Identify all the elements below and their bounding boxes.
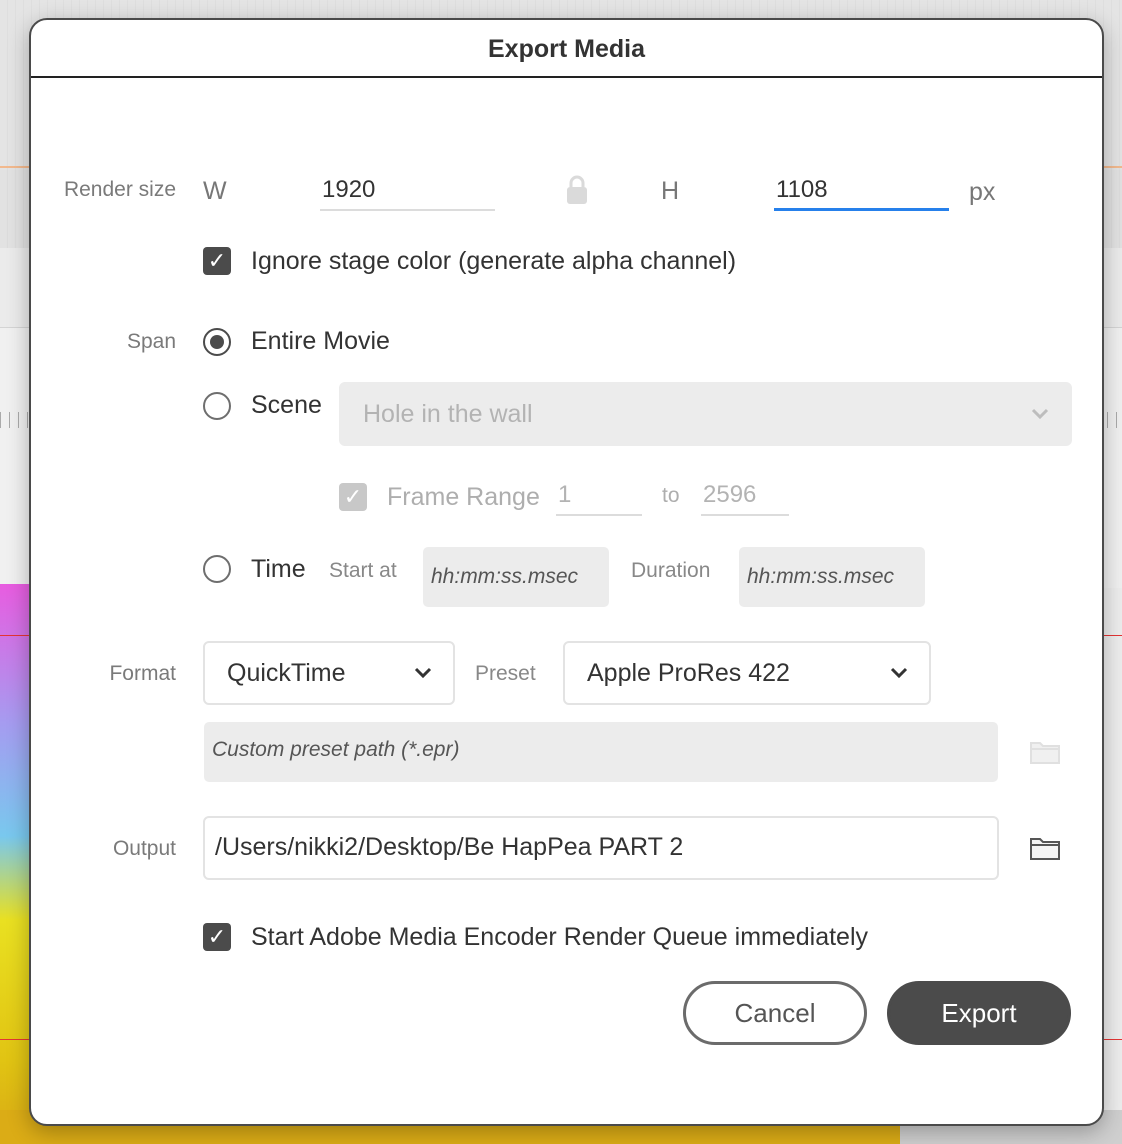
format-select[interactable]: QuickTime	[203, 641, 455, 705]
width-input[interactable]: 1920	[320, 171, 495, 211]
unit-label: px	[969, 178, 996, 206]
export-button[interactable]: Export	[887, 981, 1071, 1045]
span-label: Span	[126, 330, 176, 353]
start-render-queue-checkbox[interactable]: ✓	[203, 923, 231, 951]
dialog-title: Export Media	[31, 20, 1102, 78]
format-select-value: QuickTime	[227, 659, 346, 687]
scene-select[interactable]: Hole in the wall	[339, 382, 1072, 446]
custom-preset-path-input[interactable]: Custom preset path (*.epr)	[204, 722, 998, 782]
ignore-stage-color-checkbox[interactable]: ✓	[203, 247, 231, 275]
chevron-down-icon	[890, 667, 908, 679]
frame-range-checkbox[interactable]: ✓	[339, 483, 367, 511]
time-label: Time	[251, 555, 306, 583]
duration-input[interactable]: hh:mm:ss.msec	[739, 547, 925, 607]
preset-label: Preset	[475, 662, 536, 685]
render-size-label: Render size	[63, 178, 176, 201]
preset-select-value: Apple ProRes 422	[587, 659, 790, 687]
folder-icon[interactable]	[1029, 834, 1061, 862]
duration-label: Duration	[631, 559, 711, 582]
entire-movie-label: Entire Movie	[251, 327, 390, 355]
height-input[interactable]: 1108	[774, 171, 949, 211]
width-label: W	[203, 177, 227, 205]
frame-range-to-input[interactable]: 2596	[701, 476, 789, 516]
height-label: H	[661, 177, 680, 205]
frame-range-label: Frame Range	[387, 483, 540, 511]
frame-range-from-input[interactable]: 1	[556, 476, 642, 516]
time-radio[interactable]	[203, 555, 231, 583]
cancel-button[interactable]: Cancel	[683, 981, 867, 1045]
frame-range-to-label: to	[662, 484, 680, 507]
lock-icon[interactable]	[564, 174, 590, 206]
format-label: Format	[109, 662, 176, 685]
ignore-stage-color-label: Ignore stage color (generate alpha chann…	[251, 247, 737, 275]
start-at-input[interactable]: hh:mm:ss.msec	[423, 547, 609, 607]
entire-movie-radio[interactable]	[203, 328, 231, 356]
scene-select-value: Hole in the wall	[363, 400, 533, 428]
output-label: Output	[112, 837, 176, 860]
chevron-down-icon	[1031, 408, 1049, 420]
preset-select[interactable]: Apple ProRes 422	[563, 641, 931, 705]
folder-icon[interactable]	[1029, 738, 1061, 766]
start-at-label: Start at	[329, 559, 397, 582]
chevron-down-icon	[414, 667, 432, 679]
scene-radio[interactable]	[203, 392, 231, 420]
start-render-queue-label: Start Adobe Media Encoder Render Queue i…	[251, 923, 869, 951]
output-path-input[interactable]: /Users/nikki2/Desktop/Be HapPea PART 2	[203, 816, 999, 880]
export-media-dialog: Export Media Render size W 1920 H 1108 p…	[29, 18, 1104, 1126]
scene-label: Scene	[251, 391, 322, 419]
